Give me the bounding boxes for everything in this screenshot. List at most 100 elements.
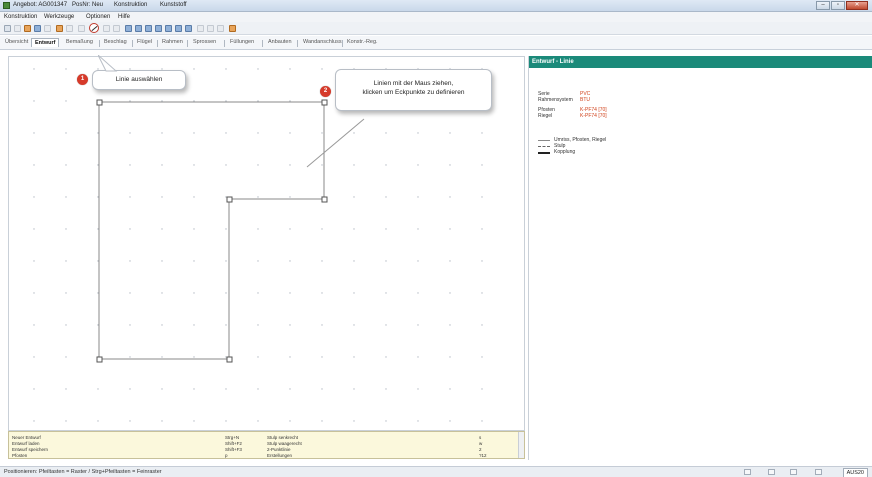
menu-optionen[interactable]: Optionen — [86, 14, 110, 20]
tab-separator — [157, 40, 158, 47]
grid-dot — [449, 132, 451, 134]
pointer-icon[interactable] — [78, 25, 85, 32]
grid-dot — [321, 356, 323, 358]
grid-dot — [161, 164, 163, 166]
arc-icon[interactable] — [113, 25, 120, 32]
grid-dot — [449, 228, 451, 230]
grid-dot — [257, 68, 259, 70]
tab-entwurf[interactable]: Entwurf — [31, 38, 60, 47]
select-icon[interactable] — [66, 25, 73, 32]
prop-value-riegel: K-PF74 [70] — [580, 113, 607, 119]
maximize-icon[interactable]: ▫ — [831, 1, 845, 10]
grid-dot — [65, 164, 67, 166]
step1-callout: Linie auswählen — [92, 70, 186, 90]
corner-handle[interactable] — [226, 196, 233, 203]
new-icon[interactable] — [4, 25, 11, 32]
close-icon[interactable]: ✕ — [846, 1, 868, 10]
transom-icon[interactable] — [135, 25, 142, 32]
tab-uebersicht[interactable]: Übersicht — [5, 39, 28, 45]
tab-separator — [132, 40, 133, 47]
grid-dot — [65, 260, 67, 262]
menu-konstruktion[interactable]: Konstruktion — [4, 14, 37, 20]
tab-sprossen[interactable]: Sprossen — [193, 39, 216, 45]
grid-dot — [97, 388, 99, 390]
tab-rahmen[interactable]: Rahmen — [162, 39, 183, 45]
grid-dot — [289, 132, 291, 134]
corner-handle[interactable] — [96, 356, 103, 363]
tray-icon[interactable] — [815, 469, 822, 475]
corner-handle[interactable] — [321, 196, 328, 203]
menu-hilfe[interactable]: Hilfe — [118, 14, 130, 20]
grid-dot — [193, 356, 195, 358]
tab-beschlag[interactable]: Beschlag — [104, 39, 127, 45]
grid-dot — [481, 356, 483, 358]
drawing-surface[interactable] — [9, 57, 526, 432]
grid-icon[interactable] — [185, 25, 192, 32]
corner-handle[interactable] — [96, 99, 103, 106]
grid-dot — [417, 132, 419, 134]
tray-icon[interactable] — [744, 469, 751, 475]
tools-icon[interactable] — [229, 25, 236, 32]
grid-dot — [481, 228, 483, 230]
save-icon[interactable] — [34, 25, 41, 32]
corner-handle[interactable] — [321, 99, 328, 106]
shortcut-action: Erstellungen — [267, 453, 293, 458]
undo-icon[interactable] — [56, 25, 63, 32]
grid-dot — [97, 132, 99, 134]
separator-icon — [14, 25, 21, 32]
tab-anbauten[interactable]: Anbauten — [268, 39, 292, 45]
measure-icon[interactable] — [217, 25, 224, 32]
grid-dot — [321, 260, 323, 262]
grid-dot — [321, 324, 323, 326]
step1-callout-text: Linie auswählen — [115, 76, 163, 83]
shortcut-key: s — [479, 435, 482, 440]
print-icon[interactable] — [44, 25, 51, 32]
tab-fluegel[interactable]: Flügel — [137, 39, 152, 45]
grid-dot — [161, 324, 163, 326]
menu-werkzeuge[interactable]: Werkzeuge — [44, 14, 74, 20]
tab-fuellungen[interactable]: Füllungen — [230, 39, 254, 45]
split-icon[interactable] — [155, 25, 162, 32]
grid-dot — [193, 228, 195, 230]
post-icon[interactable] — [125, 25, 132, 32]
tray-icon[interactable] — [790, 469, 797, 475]
step2-callout-line1: Linien mit der Maus ziehen, — [373, 80, 454, 87]
grid-dot — [353, 356, 355, 358]
open-icon[interactable] — [24, 25, 31, 32]
grid-dot — [33, 100, 35, 102]
shortcut-action: Stulp waagerecht — [267, 441, 302, 446]
mullion-icon[interactable] — [145, 25, 152, 32]
grid-dot — [97, 196, 99, 198]
align-icon[interactable] — [207, 25, 214, 32]
info-scrollbar[interactable] — [518, 432, 524, 458]
drawn-outline[interactable] — [98, 101, 325, 360]
grid-dot — [129, 100, 131, 102]
title-material: Kunststoff — [160, 2, 187, 8]
legend-coupling-swatch — [538, 152, 550, 154]
grid-dot — [225, 388, 227, 390]
grid-dot — [481, 292, 483, 294]
drawing-canvas[interactable] — [8, 56, 525, 431]
line-tool-icon[interactable] — [89, 23, 99, 33]
grid-dot — [257, 260, 259, 262]
mirror-icon[interactable] — [197, 25, 204, 32]
diagonal-icon[interactable] — [165, 25, 172, 32]
grid-dot — [193, 68, 195, 70]
title-posnr: PosNr: Neu — [72, 2, 104, 8]
circle-icon[interactable] — [103, 25, 110, 32]
tab-konstr-reg[interactable]: Konstr.-Reg. — [347, 39, 378, 45]
grid-dot — [33, 68, 35, 70]
grid-dot — [289, 260, 291, 262]
grid-dot — [257, 164, 259, 166]
tab-separator — [99, 40, 100, 47]
minimize-icon[interactable]: – — [816, 1, 830, 10]
tab-bemassung[interactable]: Bemaßung — [66, 39, 93, 45]
tab-bar: Übersicht Entwurf Bemaßung Beschlag Flüg… — [0, 36, 872, 50]
grid-dot — [321, 420, 323, 422]
tray-icon[interactable] — [768, 469, 775, 475]
tab-wandanschluss[interactable]: Wandanschluss — [303, 39, 342, 45]
corner-handle[interactable] — [226, 356, 233, 363]
grid-dot — [385, 292, 387, 294]
coupling-icon[interactable] — [175, 25, 182, 32]
grid-dot — [225, 164, 227, 166]
